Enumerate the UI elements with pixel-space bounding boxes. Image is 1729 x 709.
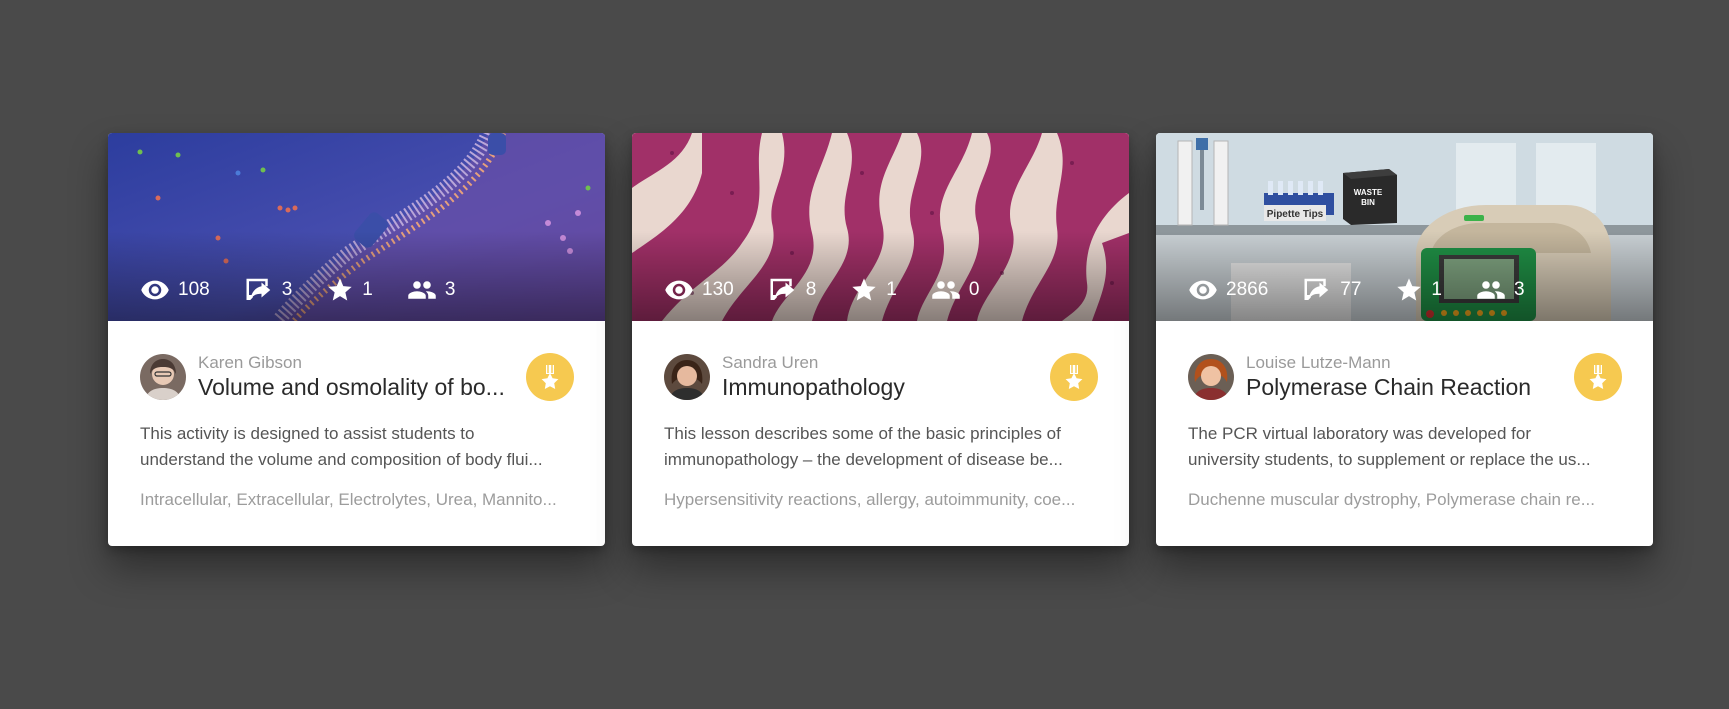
card-description: This lesson describes some of the basic … [664,421,1098,473]
shares-stat: 77 [1302,275,1361,305]
card-tags: Duchenne muscular dystrophy, Polymerase … [1188,490,1595,509]
users-stat: 3 [1476,275,1525,305]
eye-icon [1189,280,1217,300]
eye-icon [665,280,693,300]
views-stat: 108 [140,275,210,305]
waste-bin-label-1: WASTE [1354,188,1383,197]
card-description: This activity is designed to assist stud… [140,421,574,473]
lesson-card[interactable]: Pipette Tips WASTE BIN 2866 77 1 3 Louis… [1156,133,1653,546]
star-icon [852,278,876,301]
shares-count: 8 [805,279,817,300]
people-icon [1477,281,1505,299]
card-tags: Intracellular, Extracellular, Electrolyt… [140,490,557,509]
card-body: Sandra Uren Immunopathology This lesson … [632,321,1129,510]
views-stat: 130 [664,275,734,305]
author-name[interactable]: Karen Gibson [198,353,516,373]
card-title[interactable]: Immunopathology [722,373,1040,401]
card-body: Karen Gibson Volume and osmolality of bo… [108,321,605,510]
stars-count: 1 [362,279,373,300]
people-icon [932,281,960,299]
description-line-1: This lesson describes some of the basic … [664,424,1061,443]
award-ribbon-icon [1589,365,1607,389]
description-line-1: This activity is designed to assist stud… [140,424,475,443]
share-icon [770,278,794,300]
star-icon [1397,278,1422,301]
views-stat: 2866 [1188,275,1268,305]
stars-count: 1 [886,279,897,300]
description-line-1: The PCR virtual laboratory was developed… [1188,424,1531,443]
stars-stat: 1 [326,276,373,304]
card-body: Louise Lutze-Mann Polymerase Chain React… [1156,321,1653,510]
shares-stat: 8 [768,275,817,305]
award-ribbon-icon [541,365,559,389]
stars-stat: 1 [850,276,897,304]
featured-badge [1574,353,1622,401]
star-icon [328,278,352,301]
shares-count: 77 [1340,279,1362,300]
share-icon [1304,278,1329,300]
stars-stat: 1 [1395,276,1442,304]
author-avatar[interactable] [1188,354,1234,400]
card-stats: 108 3 1 3 [140,275,489,305]
author-name[interactable]: Louise Lutze-Mann [1246,353,1564,373]
card-list: 108 3 1 3 Karen Gibson Volume and osmola… [108,133,1653,546]
eye-icon [141,280,169,300]
people-icon [408,281,436,299]
featured-badge [1050,353,1098,401]
share-icon [246,278,270,300]
lesson-card[interactable]: 108 3 1 3 Karen Gibson Volume and osmola… [108,133,605,546]
views-count: 2866 [1226,279,1269,300]
users-stat: 3 [407,275,456,305]
description-line-2: immunopathology – the development of dis… [664,450,1063,469]
description-line-2: understand the volume and composition of… [140,450,543,469]
author-avatar[interactable] [664,354,710,400]
users-count: 3 [444,279,456,300]
card-description: The PCR virtual laboratory was developed… [1188,421,1622,473]
card-tags: Hypersensitivity reactions, allergy, aut… [664,490,1076,509]
card-thumbnail[interactable]: 130 8 1 0 [632,133,1129,321]
author-name[interactable]: Sandra Uren [722,353,1040,373]
stars-count: 1 [1431,279,1442,300]
users-count: 0 [968,279,980,300]
users-stat: 0 [931,275,980,305]
card-title[interactable]: Polymerase Chain Reaction [1246,373,1564,401]
shares-count: 3 [281,279,293,300]
pipette-tips-label: Pipette Tips [1267,209,1324,220]
shares-stat: 3 [244,275,293,305]
card-title[interactable]: Volume and osmolality of bo... [198,373,516,401]
card-thumbnail[interactable]: Pipette Tips WASTE BIN 2866 77 1 3 [1156,133,1653,321]
description-line-2: university students, to supplement or re… [1188,450,1591,469]
card-thumbnail[interactable]: 108 3 1 3 [108,133,605,321]
award-ribbon-icon [1065,365,1083,389]
lesson-card[interactable]: 130 8 1 0 Sandra Uren Immunopathology Th… [632,133,1129,546]
card-stats: 130 8 1 0 [664,275,1013,305]
card-stats: 2866 77 1 3 [1188,275,1559,305]
views-count: 108 [178,279,210,300]
author-avatar[interactable] [140,354,186,400]
users-count: 3 [1514,279,1525,300]
featured-badge [526,353,574,401]
views-count: 130 [702,279,734,300]
waste-bin-label-2: BIN [1361,198,1375,207]
